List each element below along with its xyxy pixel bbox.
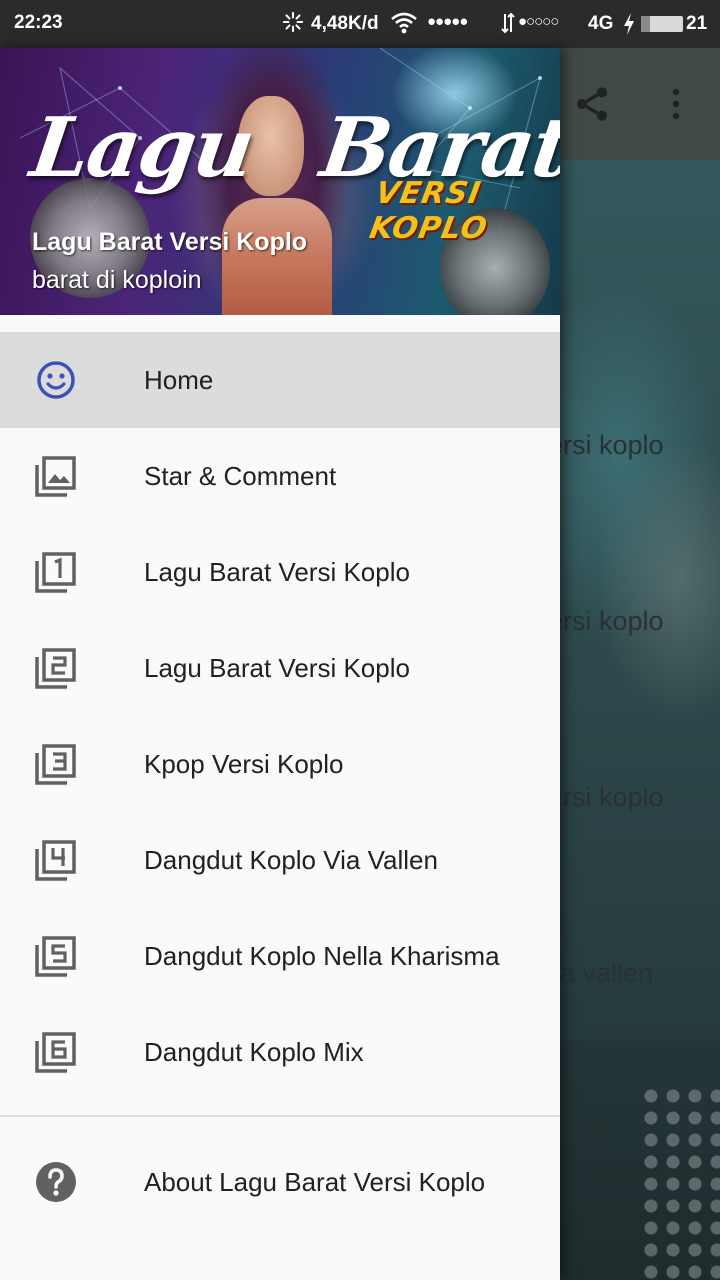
menu-item-label: Star & Comment bbox=[144, 461, 337, 491]
header-logo-word-1: Lagu bbox=[25, 100, 259, 196]
share-icon bbox=[577, 87, 607, 121]
filter-2-icon bbox=[35, 648, 76, 689]
network-type: 4G bbox=[588, 13, 614, 34]
filter-5-icon bbox=[35, 936, 76, 977]
background-list-item: ersi koplo bbox=[548, 430, 664, 460]
drawer-app-subtitle: barat di koploin bbox=[32, 266, 202, 294]
header-logo-tag: VERSI KOPLO bbox=[366, 176, 491, 246]
smiley-icon bbox=[37, 361, 75, 399]
menu-item-label: Kpop Versi Koplo bbox=[144, 749, 344, 779]
signal-strength-sim1: ●●●●● bbox=[427, 13, 468, 30]
filter-3-icon bbox=[35, 744, 76, 785]
menu-item-label: Dangdut Koplo Mix bbox=[144, 1037, 364, 1067]
filter-1-icon bbox=[35, 552, 76, 593]
data-arrows-icon bbox=[501, 12, 515, 34]
background-list-item: a vallen bbox=[560, 958, 654, 988]
menu-item-playlist-2[interactable]: Lagu Barat Versi Koplo bbox=[0, 620, 560, 716]
menu-item-label: Lagu Barat Versi Koplo bbox=[144, 653, 410, 683]
menu-item-playlist-6[interactable]: Dangdut Koplo Mix bbox=[0, 1004, 560, 1100]
background-equalizer-dots bbox=[640, 1085, 720, 1280]
signal-strength-sim2: ●○○○○ bbox=[518, 13, 559, 30]
help-icon bbox=[36, 1162, 76, 1202]
filter-4-icon bbox=[35, 840, 76, 881]
menu-item-playlist-5[interactable]: Dangdut Koplo Nella Kharisma bbox=[0, 908, 560, 1004]
menu-item-label: Dangdut Koplo Via Vallen bbox=[144, 845, 438, 875]
background-list-item: ersi koplo bbox=[548, 782, 664, 812]
menu-item-label: Lagu Barat Versi Koplo bbox=[144, 557, 410, 587]
photo-library-icon bbox=[35, 456, 76, 497]
drawer-header: Lagu Barat VERSI KOPLO Lagu Barat Versi … bbox=[0, 48, 560, 315]
drawer-menu: Home Star & Comment Lagu Barat Versi Kop… bbox=[0, 332, 560, 1100]
more-vert-icon bbox=[672, 88, 680, 120]
menu-item-label: Dangdut Koplo Nella Kharisma bbox=[144, 941, 500, 971]
menu-item-star-comment[interactable]: Star & Comment bbox=[0, 428, 560, 524]
background-photo bbox=[560, 160, 720, 1040]
menu-item-home[interactable]: Home bbox=[0, 332, 560, 428]
menu-item-playlist-4[interactable]: Dangdut Koplo Via Vallen bbox=[0, 812, 560, 908]
menu-item-label: About Lagu Barat Versi Koplo bbox=[144, 1167, 486, 1197]
menu-item-label: Home bbox=[144, 365, 214, 395]
battery-level-fill bbox=[641, 16, 650, 32]
filter-6-icon bbox=[35, 1032, 76, 1073]
menu-item-playlist-1[interactable]: Lagu Barat Versi Koplo bbox=[0, 524, 560, 620]
menu-item-playlist-3[interactable]: Kpop Versi Koplo bbox=[0, 716, 560, 812]
drawer-divider bbox=[0, 1115, 560, 1117]
background-list-item: ersi koplo bbox=[548, 606, 664, 636]
wifi-icon bbox=[391, 12, 417, 34]
drawer-app-name: Lagu Barat Versi Koplo bbox=[32, 228, 308, 256]
menu-item-about[interactable]: About Lagu Barat Versi Koplo bbox=[0, 1134, 560, 1230]
status-time: 22:23 bbox=[14, 12, 63, 33]
battery-icon bbox=[641, 16, 683, 32]
navigation-drawer: Lagu Barat VERSI KOPLO Lagu Barat Versi … bbox=[0, 48, 560, 1280]
battery-level: 21 bbox=[686, 13, 708, 34]
loading-icon bbox=[282, 11, 304, 33]
charging-bolt-icon bbox=[624, 13, 634, 35]
status-net-speed: 4,48K/d bbox=[311, 13, 379, 34]
status-bar: 22:23 4,48K/d ●●●●● ●○○○○ 4G 21 bbox=[0, 0, 720, 48]
